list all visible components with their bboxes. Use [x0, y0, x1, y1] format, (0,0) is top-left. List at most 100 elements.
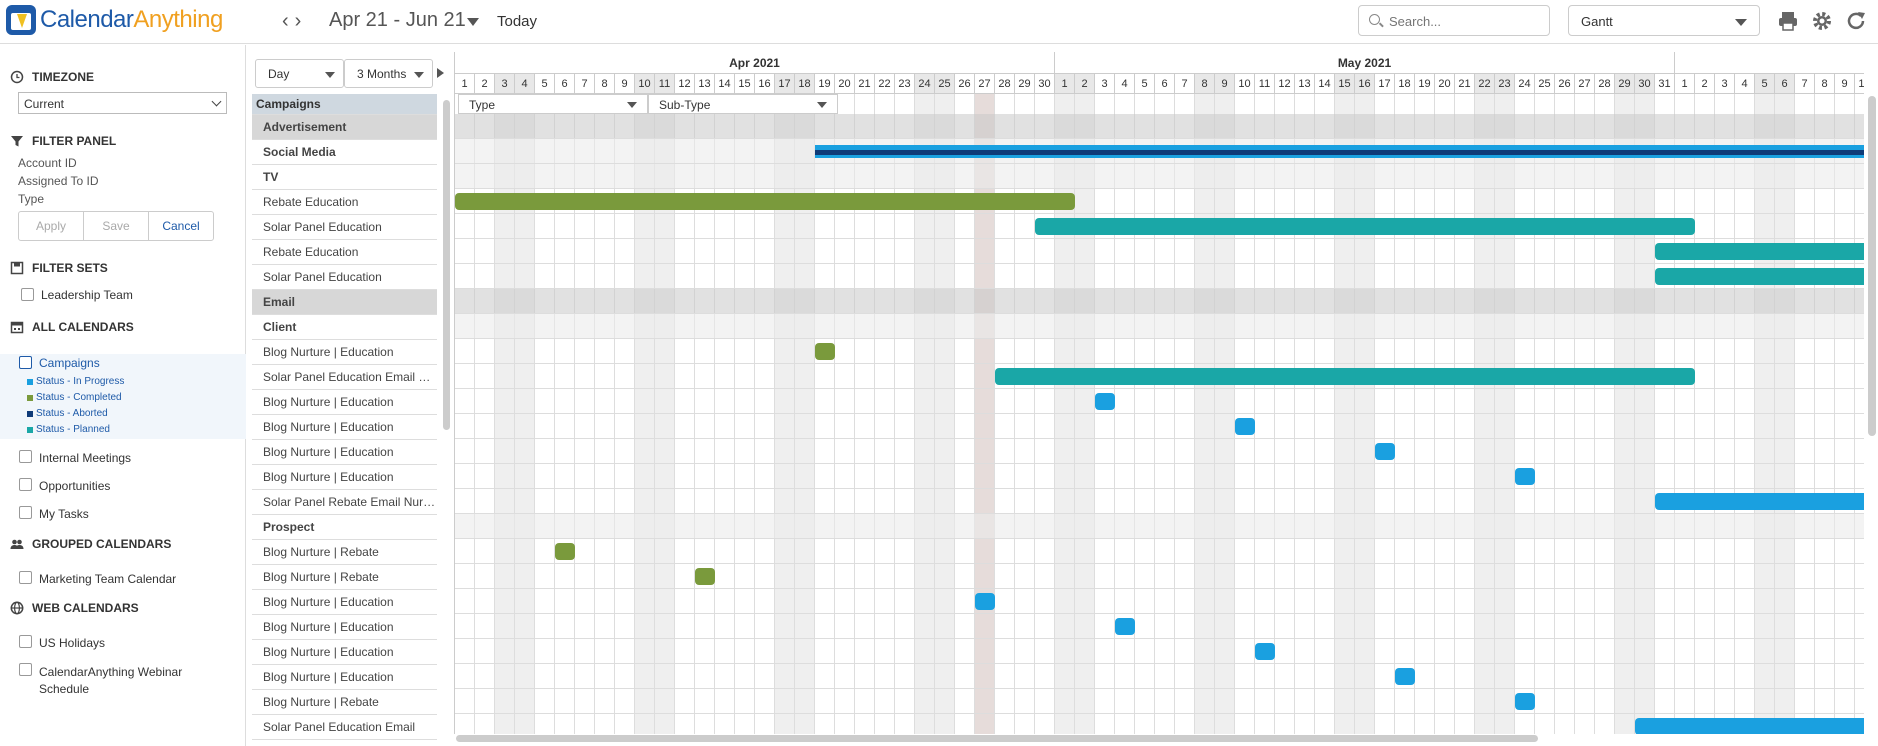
gantt-bar[interactable] [1655, 493, 1864, 510]
day-header[interactable]: 12 [675, 74, 695, 94]
range-select[interactable]: 3 Months [344, 59, 433, 88]
day-header[interactable]: 22 [1475, 74, 1495, 94]
day-header[interactable]: 2 [475, 74, 495, 94]
us-holidays-checkbox[interactable] [19, 635, 32, 648]
campaign-row-label[interactable]: Solar Panel Education [252, 265, 437, 290]
day-header[interactable]: 7 [1795, 74, 1815, 94]
group-row-label[interactable]: Prospect [252, 515, 437, 540]
scale-select[interactable]: Day [255, 59, 344, 88]
campaigns-checkbox[interactable] [19, 356, 32, 369]
campaign-row-label[interactable]: Rebate Education [252, 240, 437, 265]
gantt-bar[interactable] [1635, 718, 1864, 734]
filter-field-assigned-to[interactable]: Assigned To ID [18, 174, 99, 188]
day-header[interactable]: 8 [1195, 74, 1215, 94]
day-header[interactable]: 9 [1835, 74, 1855, 94]
day-header[interactable]: 29 [1615, 74, 1635, 94]
day-header[interactable]: 27 [1575, 74, 1595, 94]
day-header[interactable]: 17 [775, 74, 795, 94]
campaign-row-label[interactable]: Solar Panel Education Email Nurture [252, 365, 437, 390]
horizontal-scrollbar[interactable] [456, 735, 1538, 742]
day-header[interactable]: 5 [535, 74, 555, 94]
day-header[interactable]: 21 [855, 74, 875, 94]
day-header[interactable]: 22 [875, 74, 895, 94]
campaign-row-label[interactable]: Blog Nurture | Education [252, 415, 437, 440]
gantt-bar[interactable] [455, 193, 1075, 210]
us-holidays-label[interactable]: US Holidays [39, 636, 105, 650]
prev-arrow-icon[interactable]: ‹ [282, 10, 295, 32]
day-header[interactable]: 29 [1015, 74, 1035, 94]
campaign-row-label[interactable]: Rebate Education [252, 190, 437, 215]
day-header[interactable]: 27 [975, 74, 995, 94]
gantt-bar[interactable] [1375, 443, 1395, 460]
day-header[interactable]: 7 [575, 74, 595, 94]
campaign-row-label[interactable]: Solar Panel Rebate Email Nurture [252, 490, 437, 515]
gantt-bar[interactable] [975, 593, 995, 610]
subtype-filter[interactable]: Sub-Type [648, 94, 838, 114]
leadership-team-label[interactable]: Leadership Team [41, 288, 133, 302]
date-range-caret-icon[interactable] [467, 18, 479, 26]
filter-sets-heading[interactable]: FILTER SETS [10, 261, 108, 275]
day-header[interactable]: 16 [755, 74, 775, 94]
group-row-label[interactable]: Advertisement [252, 115, 437, 140]
group-row-label[interactable]: Email [252, 290, 437, 315]
opportunities-label[interactable]: Opportunities [39, 479, 110, 493]
day-header[interactable]: 20 [835, 74, 855, 94]
my-tasks-checkbox[interactable] [19, 506, 32, 519]
day-header[interactable]: 10 [1235, 74, 1255, 94]
gantt-bar[interactable] [1655, 268, 1864, 285]
gantt-bar[interactable] [1035, 218, 1695, 235]
day-header[interactable]: 6 [1155, 74, 1175, 94]
group-row-label[interactable]: Client [252, 315, 437, 340]
day-header[interactable]: 18 [795, 74, 815, 94]
day-header[interactable]: 28 [995, 74, 1015, 94]
day-header[interactable]: 5 [1755, 74, 1775, 94]
gantt-bar[interactable] [1515, 693, 1535, 710]
status-aborted[interactable]: Status - Aborted [27, 408, 108, 419]
day-header[interactable]: 10 [635, 74, 655, 94]
status-completed[interactable]: Status - Completed [27, 392, 122, 403]
scroll-right-arrow-icon[interactable] [437, 68, 444, 78]
campaign-row-label[interactable]: Blog Nurture | Rebate [252, 565, 437, 590]
day-header[interactable]: 19 [1415, 74, 1435, 94]
campaign-row-label[interactable]: Blog Nurture | Education [252, 465, 437, 490]
group-row-label[interactable]: Social Media [252, 140, 437, 165]
gantt-bar[interactable] [1115, 618, 1135, 635]
campaign-row-label[interactable]: Blog Nurture | Education [252, 390, 437, 415]
filter-panel-heading[interactable]: FILTER PANEL [10, 134, 116, 148]
day-header[interactable]: 1 [1675, 74, 1695, 94]
day-header[interactable]: 10 [1855, 74, 1864, 94]
group-row-label[interactable]: TV [252, 165, 437, 190]
web-calendars-heading[interactable]: WEB CALENDARS [10, 601, 139, 615]
gantt-bar[interactable] [1395, 668, 1415, 685]
gantt-bar[interactable] [555, 543, 575, 560]
campaign-row-label[interactable]: Solar Panel Education Email [252, 715, 437, 740]
campaign-row-label[interactable]: Blog Nurture | Education [252, 640, 437, 665]
day-header[interactable]: 23 [895, 74, 915, 94]
day-header[interactable]: 8 [1815, 74, 1835, 94]
day-header[interactable]: 3 [1715, 74, 1735, 94]
day-header[interactable]: 3 [1095, 74, 1115, 94]
timezone-select[interactable]: Current [18, 92, 227, 114]
day-header[interactable]: 26 [1555, 74, 1575, 94]
status-planned[interactable]: Status - Planned [27, 424, 110, 435]
campaign-row-label[interactable]: Solar Panel Education [252, 215, 437, 240]
day-header[interactable]: 7 [1175, 74, 1195, 94]
day-header[interactable]: 31 [1655, 74, 1675, 94]
day-header[interactable]: 11 [1255, 74, 1275, 94]
day-header[interactable]: 23 [1495, 74, 1515, 94]
campaign-row-label[interactable]: Blog Nurture | Rebate [252, 540, 437, 565]
campaign-row-label[interactable]: Blog Nurture | Education [252, 615, 437, 640]
campaign-row-label[interactable]: Blog Nurture | Education [252, 590, 437, 615]
print-icon[interactable] [1776, 9, 1800, 33]
campaign-row-label[interactable]: Blog Nurture | Education [252, 440, 437, 465]
prev-next-arrows[interactable]: ‹› [282, 10, 307, 33]
my-tasks-label[interactable]: My Tasks [39, 507, 89, 521]
webinar-schedule-checkbox[interactable] [19, 663, 32, 676]
day-header[interactable]: 2 [1695, 74, 1715, 94]
search-box[interactable] [1358, 5, 1550, 36]
day-header[interactable]: 3 [495, 74, 515, 94]
day-header[interactable]: 6 [1775, 74, 1795, 94]
day-header[interactable]: 14 [1315, 74, 1335, 94]
campaign-row-label[interactable]: Blog Nurture | Rebate [252, 690, 437, 715]
day-header[interactable]: 18 [1395, 74, 1415, 94]
